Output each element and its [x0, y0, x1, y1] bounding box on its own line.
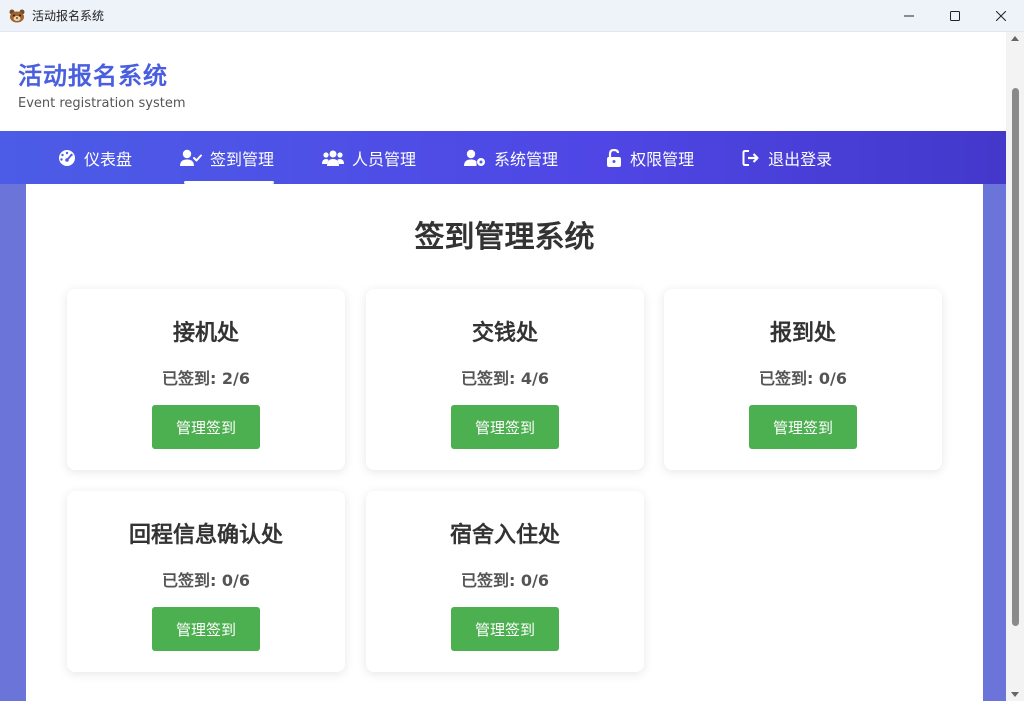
main-content: 签到管理系统 接机处 已签到: 2/6 管理签到 交钱处 已签到: 4/6 管理…: [26, 184, 983, 701]
nav-item-system-management[interactable]: 系统管理: [464, 131, 558, 184]
card-checkin-count: 已签到: 2/6: [161, 369, 251, 388]
minimize-button[interactable]: [886, 0, 932, 32]
nav-label-dashboard: 仪表盘: [84, 149, 133, 169]
sign-out-icon: [742, 149, 759, 166]
card-title: 报到处: [769, 321, 836, 346]
manage-checkin-button[interactable]: 管理签到: [152, 405, 260, 449]
manage-checkin-button[interactable]: 管理签到: [152, 607, 260, 651]
scrollbar-thumb[interactable]: [1012, 88, 1019, 626]
checkin-card-payment: 交钱处 已签到: 4/6 管理签到: [366, 289, 644, 470]
window-controls: [886, 0, 1024, 32]
nav-label-checkin-management: 签到管理: [210, 149, 275, 169]
checkin-card-return-info: 回程信息确认处 已签到: 0/6 管理签到: [67, 491, 345, 672]
manage-checkin-button[interactable]: 管理签到: [749, 405, 857, 449]
user-gear-icon: [464, 149, 486, 166]
users-icon: [322, 150, 345, 166]
checkin-card-registration: 报到处 已签到: 0/6 管理签到: [664, 289, 942, 470]
window-title: 活动报名系统: [32, 9, 105, 23]
unlock-icon: [607, 148, 622, 167]
window-titlebar: 活动报名系统: [0, 0, 1024, 32]
scroll-down-arrow-icon[interactable]: [1011, 692, 1019, 697]
card-title: 接机处: [172, 321, 239, 346]
brand-title: 活动报名系统: [18, 62, 168, 90]
user-check-icon: [180, 149, 203, 166]
page-title: 签到管理系统: [414, 220, 595, 255]
close-button[interactable]: [978, 0, 1024, 32]
manage-checkin-button[interactable]: 管理签到: [451, 405, 559, 449]
card-title: 宿舍入住处: [449, 523, 560, 548]
checkin-card-airport-pickup: 接机处 已签到: 2/6 管理签到: [67, 289, 345, 470]
nav-label-system-management: 系统管理: [494, 149, 559, 169]
dashboard-gauge-icon: [59, 149, 75, 166]
close-icon: [996, 11, 1006, 21]
checkin-card-dormitory: 宿舍入住处 已签到: 0/6 管理签到: [366, 491, 644, 672]
card-checkin-count: 已签到: 4/6: [460, 369, 550, 388]
vertical-scrollbar[interactable]: [1006, 32, 1024, 701]
scroll-up-arrow-icon[interactable]: [1011, 36, 1019, 41]
nav-label-logout: 退出登录: [768, 149, 833, 169]
nav-item-checkin-management[interactable]: 签到管理: [180, 131, 275, 184]
card-title: 交钱处: [471, 321, 538, 346]
page-header: 活动报名系统 Event registration system: [0, 32, 1006, 131]
manage-checkin-button[interactable]: 管理签到: [451, 607, 559, 651]
nav-item-permission-management[interactable]: 权限管理: [606, 131, 694, 184]
maximize-button[interactable]: [932, 0, 978, 32]
nav-label-permission-management: 权限管理: [630, 149, 695, 169]
bear-face-icon: [9, 9, 25, 23]
main-nav: 仪表盘 签到管理 人员管理 系统管理 权限管理 退出登录: [0, 131, 1006, 184]
card-title: 回程信息确认处: [128, 523, 283, 548]
maximize-icon: [950, 11, 960, 21]
nav-item-logout[interactable]: 退出登录: [742, 131, 832, 184]
card-checkin-count: 已签到: 0/6: [161, 571, 251, 590]
brand-subtitle: Event registration system: [18, 96, 186, 111]
card-checkin-count: 已签到: 0/6: [758, 369, 848, 388]
minimize-icon: [904, 15, 914, 17]
card-checkin-count: 已签到: 0/6: [460, 571, 550, 590]
nav-item-dashboard[interactable]: 仪表盘: [58, 131, 132, 184]
nav-item-personnel-management[interactable]: 人员管理: [322, 131, 416, 184]
nav-label-personnel-management: 人员管理: [352, 149, 417, 169]
